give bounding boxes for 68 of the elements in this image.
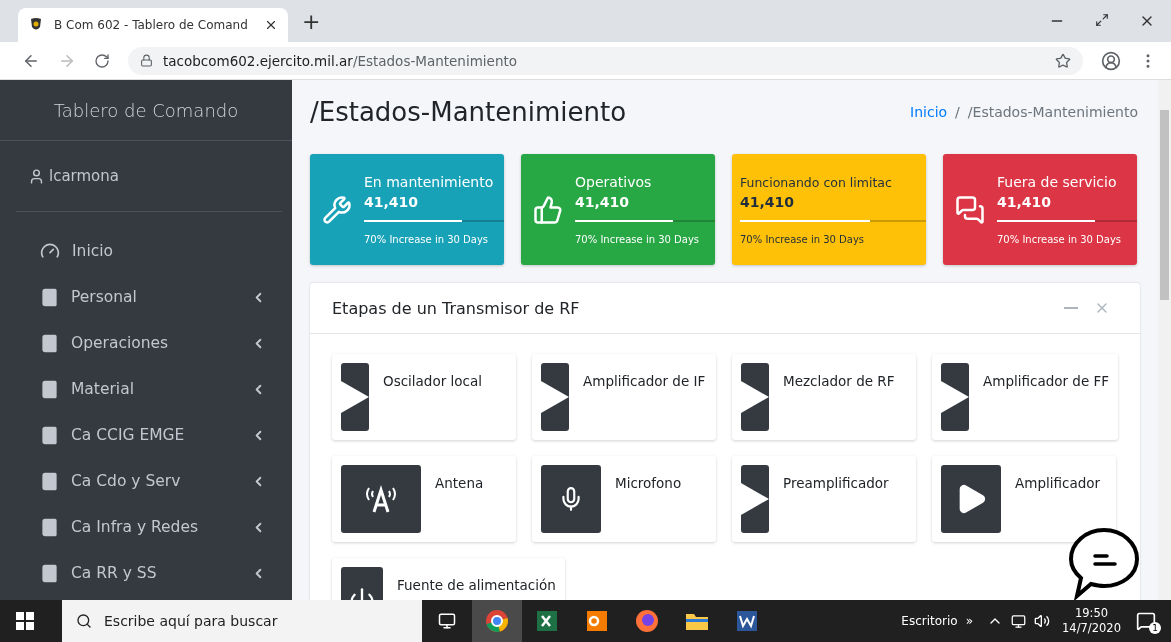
- thumbs-up-icon: [533, 194, 563, 225]
- nav-item[interactable]: Personal: [0, 274, 292, 320]
- browser-app-icon[interactable]: [472, 600, 522, 642]
- stat-note: 70% Increase in 30 Days: [997, 234, 1123, 245]
- network-icon[interactable]: [1011, 613, 1027, 629]
- stat-title: Fuera de servicio: [997, 174, 1118, 190]
- taskbar-search-field[interactable]: Escribe aquí para buscar: [62, 600, 422, 642]
- scrollbar[interactable]: [1158, 80, 1171, 600]
- notification-icon: [1136, 611, 1156, 631]
- breadcrumb-current: /Estados-Mantenimiento: [967, 104, 1138, 120]
- page-title: /Estados-Mantenimiento: [310, 97, 627, 127]
- volume-icon[interactable]: [1034, 613, 1051, 629]
- taskbar-clock[interactable]: 19:50 14/7/2020: [1062, 606, 1121, 636]
- breadcrumb-separator: /: [955, 104, 960, 120]
- profile-icon[interactable]: [1101, 50, 1121, 71]
- bookmark-star-icon[interactable]: [1055, 52, 1071, 69]
- user-name[interactable]: lcarmona: [49, 167, 119, 185]
- tab-title: B Com 602 - Tablero de Comand: [54, 18, 249, 32]
- search-icon: [76, 613, 92, 629]
- url-path: /Estados-Mantenimiento: [352, 52, 517, 69]
- reload-icon[interactable]: [94, 52, 110, 69]
- antenna-icon: [363, 484, 399, 514]
- minus-icon: [1064, 307, 1078, 309]
- notification-count: 1: [1149, 622, 1161, 634]
- stat-value: 41,410: [364, 194, 420, 210]
- stat-value: 41,410: [997, 194, 1053, 210]
- panel-title: Etapas de un Transmisor de RF: [332, 298, 581, 318]
- browser-tab[interactable]: B Com 602 - Tablero de Comand: [18, 8, 288, 42]
- dashboard-icon: [40, 241, 60, 261]
- nav-item[interactable]: Ca Cdo y Serv: [0, 458, 292, 504]
- stat-note: 70% Increase in 30 Days: [575, 234, 701, 245]
- nav-item[interactable]: Ca Infra y Redes: [0, 504, 292, 550]
- stage-card[interactable]: Preamplificador: [732, 456, 916, 542]
- address-bar[interactable]: tacobcom602.ejercito.mil.ar/Estados-Mantenimiento: [128, 46, 1083, 75]
- lock-icon: [140, 54, 153, 67]
- toolbar-expand-button[interactable]: »: [965, 614, 974, 628]
- stat-value: 41,410: [740, 193, 796, 210]
- stat-value: 41,410: [575, 194, 631, 210]
- stage-card[interactable]: Amplificador de IF: [532, 354, 716, 440]
- stat-title: Operativos: [575, 174, 653, 190]
- breadcrumb-link[interactable]: Inicio: [910, 104, 948, 120]
- url-host: tacobcom602.ejercito.mil.ar: [163, 52, 353, 69]
- nav-item[interactable]: Inicio: [0, 228, 292, 274]
- nav-item[interactable]: Ca RR y SS: [0, 550, 292, 596]
- restore-icon[interactable]: [1095, 13, 1109, 27]
- stage-card[interactable]: Microfono: [532, 456, 716, 542]
- stage-card[interactable]: Antena: [332, 456, 516, 542]
- stat-note: 70% Increase in 30 Days: [364, 234, 490, 245]
- stage-card[interactable]: Mezclador de RF: [732, 354, 916, 440]
- stage-card[interactable]: Oscilador local: [332, 354, 516, 440]
- notifications-button[interactable]: 1: [1121, 600, 1171, 642]
- tools-icon: [322, 194, 352, 225]
- nav-item[interactable]: Material: [0, 366, 292, 412]
- nav-item[interactable]: Operaciones: [0, 320, 292, 366]
- stat-title: Funcionando con limitac: [740, 174, 893, 190]
- new-tab-button[interactable]: +: [302, 8, 321, 34]
- stage-card[interactable]: Fuente de alimentación: [332, 558, 565, 600]
- close-icon[interactable]: [264, 18, 278, 32]
- chat-icon[interactable]: [1067, 526, 1141, 600]
- desktop-label[interactable]: Escritorio: [901, 614, 958, 628]
- stat-note: 70% Increase in 30 Days: [740, 233, 866, 245]
- search-placeholder: Escribe aquí para buscar: [104, 613, 278, 629]
- stage-card[interactable]: Amplificador de FF: [932, 354, 1119, 440]
- stat-title: En mantenimiento: [364, 174, 495, 190]
- user-icon: [28, 167, 45, 185]
- stage-card[interactable]: Amplificador: [932, 456, 1116, 542]
- nav-item[interactable]: Ca CCIG EMGE: [0, 412, 292, 458]
- chat-bubbles-icon: [955, 194, 985, 225]
